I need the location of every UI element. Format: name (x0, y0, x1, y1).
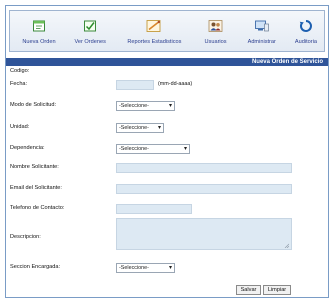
clear-button[interactable]: Limpiar (263, 285, 291, 295)
reports-icon (145, 17, 163, 35)
fecha-label: Fecha: (10, 81, 28, 87)
chevron-down-icon: ▾ (168, 103, 172, 109)
chevron-down-icon: ▾ (157, 125, 161, 131)
dependencia-value: -Seleccione- (119, 146, 149, 152)
toolbar-label: Reportes Estadisticos (127, 39, 182, 45)
view-orders-icon (81, 17, 99, 35)
toolbar-ver-ordenes[interactable]: Ver Ordenes (70, 15, 110, 45)
seccion-encargada-value: -Seleccione- (119, 265, 149, 271)
modo-solicitud-label: Modo de Solicitud: (10, 102, 57, 108)
toolbar: Nueva Orden Ver Ordenes Reportes Estadis… (9, 10, 325, 52)
email-solicitante-input[interactable] (116, 184, 292, 194)
toolbar-auditoria[interactable]: Auditoria (291, 15, 321, 45)
descripcion-textarea[interactable] (116, 218, 292, 250)
chevron-down-icon: ▾ (183, 146, 187, 152)
seccion-encargada-label: Seccion Encargada: (10, 264, 61, 270)
toolbar-usuarios[interactable]: Usuarios (199, 15, 233, 45)
telefono-input[interactable] (116, 204, 192, 214)
dependencia-label: Dependencia: (10, 145, 45, 151)
email-solicitante-label: Email del Solicitante: (10, 185, 62, 191)
resize-grip-icon[interactable] (284, 243, 289, 248)
save-button[interactable]: Salvar (236, 285, 261, 295)
toolbar-label: Nueva Orden (22, 39, 56, 45)
unidad-label: Unidad: (10, 124, 30, 130)
chevron-down-icon: ▾ (168, 265, 172, 271)
modo-solicitud-value: -Seleccione- (119, 103, 149, 109)
descripcion-label: Descripcion: (10, 234, 41, 240)
modo-solicitud-select[interactable]: -Seleccione- ▾ (116, 101, 175, 111)
toolbar-administrar[interactable]: Administrar (241, 15, 283, 45)
unidad-select[interactable]: -Seleccione- ▾ (116, 123, 164, 133)
dependencia-select[interactable]: -Seleccione- ▾ (116, 144, 190, 154)
toolbar-nueva-orden[interactable]: Nueva Orden (16, 15, 62, 45)
admin-icon (253, 17, 271, 35)
toolbar-label: Usuarios (204, 39, 227, 45)
nombre-solicitante-label: Nombre Solicitante: (10, 164, 59, 170)
toolbar-label: Administrar (247, 39, 276, 45)
fecha-input[interactable] (116, 80, 154, 90)
toolbar-reportes[interactable]: Reportes Estadisticos (118, 15, 190, 45)
telefono-label: Telefono de Contacto: (10, 205, 65, 211)
seccion-encargada-select[interactable]: -Seleccione- ▾ (116, 263, 175, 273)
users-icon (207, 17, 225, 35)
form-title: Nueva Orden de Servicio (6, 58, 328, 66)
toolbar-label: Ver Ordenes (74, 39, 106, 45)
toolbar-label: Auditoria (294, 39, 317, 45)
nombre-solicitante-input[interactable] (116, 163, 292, 173)
codigo-label: Codigo: (10, 68, 30, 74)
fecha-format-hint: (mm-dd-aaaa) (158, 81, 193, 87)
app-frame: Nueva Orden Ver Ordenes Reportes Estadis… (5, 5, 329, 298)
audit-icon (297, 17, 315, 35)
new-order-icon (30, 17, 48, 35)
unidad-value: -Seleccione- (119, 125, 149, 131)
